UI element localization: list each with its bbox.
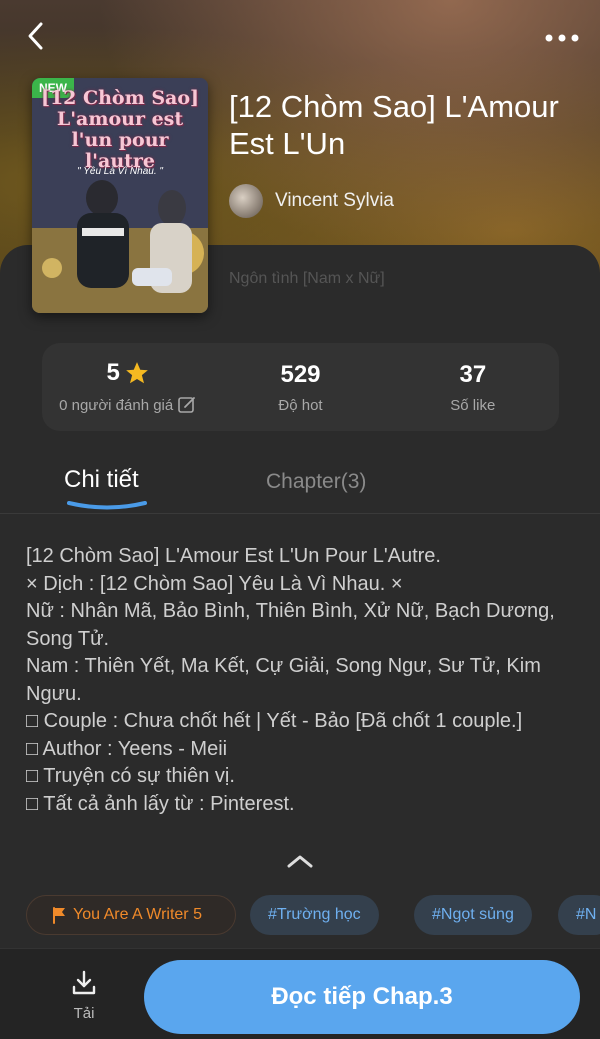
book-title: [12 Chòm Sao] L'Amour Est L'Un xyxy=(229,89,559,161)
download-icon xyxy=(72,970,96,995)
tab-detail[interactable]: Chi tiết xyxy=(64,466,139,494)
cover-subtitle-text: " Yêu Là Vì Nhau. " xyxy=(77,166,163,177)
stat-likes: 37 Số like xyxy=(387,343,559,431)
flag-icon xyxy=(53,907,65,924)
description-line: × Dịch : [12 Chòm Sao] Yêu Là Vì Nhau. × xyxy=(26,572,403,595)
description-line: [12 Chòm Sao] L'Amour Est L'Un Pour L'Au… xyxy=(26,545,441,567)
download-button[interactable]: Tải xyxy=(60,969,108,1029)
book-cover: NEW [12 Chòm Sao] L'amour est l'un pour … xyxy=(32,78,208,313)
active-tab-indicator xyxy=(67,501,147,510)
description-line: □ Tất cả ảnh lấy từ : Pinterest. xyxy=(26,792,295,815)
tab-bar: Chi tiết Chapter(3) xyxy=(0,462,600,514)
star-icon xyxy=(126,362,148,384)
tag-chip[interactable]: #N xyxy=(558,895,600,935)
tag-chip[interactable]: #Trường học xyxy=(250,895,379,935)
writer-badge-label: You Are A Writer 5 xyxy=(73,906,202,923)
collapse-button[interactable] xyxy=(286,852,314,870)
description-line: □ Truyện có sự thiên vị. xyxy=(26,765,235,787)
description-line: Nam : Thiên Yết, Ma Kết, Cự Giải, Song N… xyxy=(26,655,541,705)
chevron-up-icon xyxy=(287,855,313,868)
bottom-action-bar: Tải Đọc tiếp Chap.3 xyxy=(0,948,600,1039)
continue-reading-button[interactable]: Đọc tiếp Chap.3 xyxy=(144,960,580,1034)
likes-value: 37 xyxy=(459,360,487,388)
more-horizontal-icon xyxy=(545,34,579,42)
stats-card: 5 0 người đánh giá 529 Độ hot 37 Số like xyxy=(42,343,559,431)
rating-label: 0 người đánh giá xyxy=(59,396,174,414)
more-options-button[interactable] xyxy=(542,24,582,52)
likes-label: Số like xyxy=(450,396,496,414)
description-line: Nữ : Nhân Mã, Bảo Bình, Thiên Bình, Xử N… xyxy=(26,600,555,650)
back-button[interactable] xyxy=(18,18,54,54)
description-line: □ Author : Yeens - Meii xyxy=(26,737,228,760)
author-row[interactable]: Vincent Sylvia xyxy=(229,184,394,218)
hot-value: 529 xyxy=(280,360,321,388)
rating-value: 5 xyxy=(106,359,120,386)
tab-chapter[interactable]: Chapter(3) xyxy=(266,470,366,494)
tag-chip[interactable]: #Ngọt sủng xyxy=(414,895,532,935)
hot-label: Độ hot xyxy=(278,396,323,414)
edit-icon[interactable] xyxy=(177,395,197,415)
cover-title-text: [12 Chòm Sao] L'amour est l'un pour l'au… xyxy=(40,87,200,172)
stat-hot: 529 Độ hot xyxy=(214,343,386,431)
chevron-left-icon xyxy=(28,22,43,50)
writer-badge-chip[interactable]: You Are A Writer 5 xyxy=(26,895,236,935)
tag-chips-row: You Are A Writer 5 #Trường học #Ngọt sủn… xyxy=(26,895,600,937)
description-text: [12 Chòm Sao] L'Amour Est L'Un Pour L'Au… xyxy=(26,543,582,818)
avatar xyxy=(229,184,263,218)
author-name: Vincent Sylvia xyxy=(275,190,394,211)
download-label: Tải xyxy=(73,1005,95,1022)
description-line: □ Couple : Chưa chốt hết | Yết - Bảo [Đã… xyxy=(26,710,523,732)
stat-rating[interactable]: 5 0 người đánh giá xyxy=(42,343,214,431)
genre-label: Ngôn tình [Nam x Nữ] xyxy=(229,270,385,287)
